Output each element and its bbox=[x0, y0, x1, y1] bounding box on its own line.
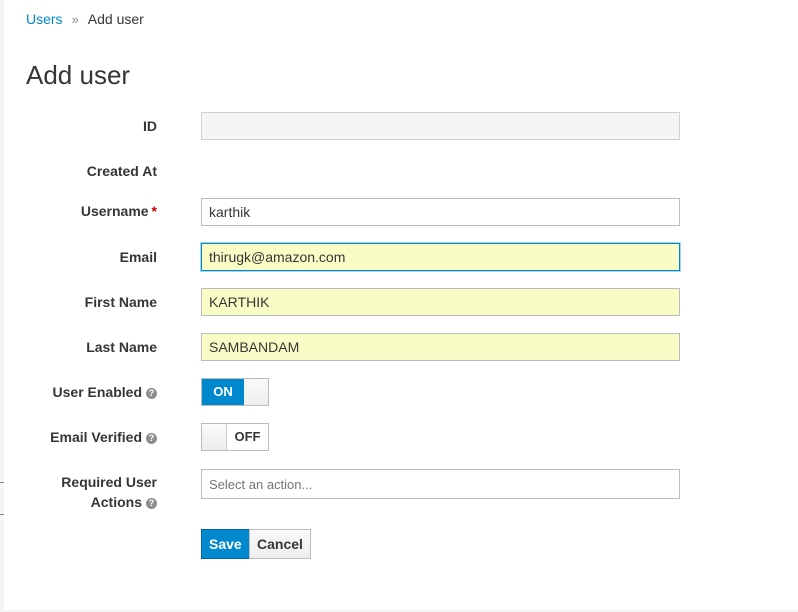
id-field bbox=[201, 112, 680, 140]
first-name-label-text: First Name bbox=[84, 294, 157, 310]
toggle-knob bbox=[202, 424, 227, 450]
created-at-label-text: Created At bbox=[86, 163, 157, 179]
id-label: ID bbox=[4, 116, 157, 136]
save-button[interactable]: Save bbox=[201, 529, 250, 559]
required-asterisk: * bbox=[151, 203, 157, 219]
id-label-text: ID bbox=[143, 118, 157, 134]
email-verified-label-text: Email Verified bbox=[50, 429, 142, 445]
email-label-text: Email bbox=[119, 249, 157, 265]
toggle-off-label: OFF bbox=[227, 424, 268, 450]
main-content: Users » Add user Add user ID Created At Us… bbox=[4, 0, 798, 610]
required-actions-label-line2: Actions bbox=[90, 494, 142, 510]
toggle-knob bbox=[244, 379, 268, 405]
email-label: Email bbox=[4, 247, 157, 267]
user-enabled-label-text: User Enabled bbox=[52, 384, 142, 400]
user-enabled-toggle[interactable]: ON bbox=[201, 378, 269, 406]
last-name-input[interactable] bbox=[201, 333, 680, 361]
email-verified-label: Email Verified? bbox=[4, 427, 157, 447]
toggle-on-label: ON bbox=[202, 379, 244, 405]
required-actions-label: Required User Actions? bbox=[4, 472, 157, 512]
page-title: Add user bbox=[26, 60, 131, 90]
email-input[interactable] bbox=[201, 243, 680, 271]
cancel-button[interactable]: Cancel bbox=[249, 529, 311, 559]
last-name-label-text: Last Name bbox=[86, 339, 157, 355]
breadcrumb-current: Add user bbox=[87, 11, 144, 27]
required-actions-select[interactable] bbox=[201, 469, 680, 499]
breadcrumb: Users » Add user bbox=[26, 10, 144, 29]
breadcrumb-users-link[interactable]: Users bbox=[26, 11, 63, 27]
breadcrumb-separator: » bbox=[71, 12, 79, 27]
user-enabled-label: User Enabled? bbox=[4, 382, 157, 402]
required-actions-label-line1: Required User bbox=[61, 474, 157, 490]
username-label: Username * bbox=[4, 201, 157, 221]
question-circle-icon[interactable]: ? bbox=[146, 498, 157, 509]
email-verified-toggle[interactable]: OFF bbox=[201, 423, 269, 451]
first-name-input[interactable] bbox=[201, 288, 680, 316]
username-input[interactable] bbox=[201, 198, 680, 226]
last-name-label: Last Name bbox=[4, 337, 157, 357]
username-label-text: Username bbox=[80, 203, 149, 219]
created-at-label: Created At bbox=[4, 161, 157, 181]
question-circle-icon[interactable]: ? bbox=[146, 433, 157, 444]
first-name-label: First Name bbox=[4, 292, 157, 312]
question-circle-icon[interactable]: ? bbox=[146, 388, 157, 399]
